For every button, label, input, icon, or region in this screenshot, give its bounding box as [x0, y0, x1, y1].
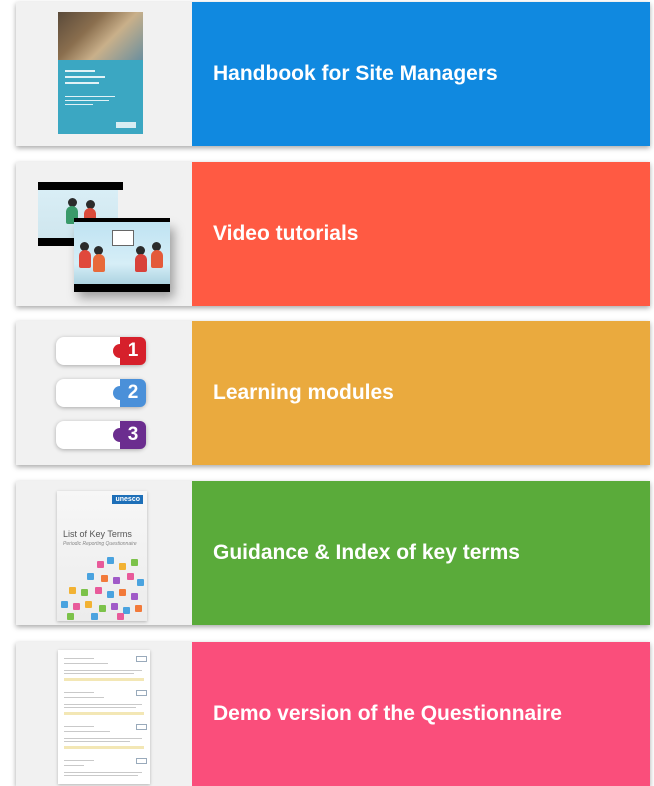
demo-questionnaire-label: Demo version of the Questionnaire — [213, 702, 562, 725]
card-video-tutorials[interactable]: Video tutorials — [16, 162, 650, 306]
questionnaire-thumbnail — [16, 642, 192, 786]
handbook-label: Handbook for Site Managers — [213, 62, 498, 85]
unesco-badge: unesco — [112, 495, 143, 504]
modules-thumbnail: 1 2 3 — [16, 321, 192, 465]
card-handbook-label: Handbook for Site Managers — [192, 2, 650, 146]
questionnaire-document-icon — [58, 650, 150, 784]
guidance-label: Guidance & Index of key terms — [213, 541, 520, 564]
card-handbook[interactable]: Handbook for Site Managers — [16, 2, 650, 146]
key-terms-document-icon: unesco List of Key Terms Periodic Report… — [57, 491, 147, 621]
handbook-cover-icon — [58, 12, 143, 134]
card-learning-modules[interactable]: 1 2 3 Learning modules — [16, 321, 650, 465]
video-tutorials-label: Video tutorials — [213, 222, 359, 245]
card-demo-questionnaire[interactable]: Demo version of the Questionnaire — [16, 642, 650, 786]
key-terms-thumbnail: unesco List of Key Terms Periodic Report… — [16, 481, 192, 625]
learning-modules-label: Learning modules — [213, 381, 394, 404]
handbook-thumbnail — [16, 2, 192, 146]
card-guidance-label: Guidance & Index of key terms — [192, 481, 650, 625]
doc-title: List of Key Terms — [63, 529, 132, 539]
card-modules-label: Learning modules — [192, 321, 650, 465]
doc-subtitle: Periodic Reporting Questionnaire — [63, 541, 137, 547]
module-1-badge: 1 — [113, 337, 146, 365]
card-demo-label: Demo version of the Questionnaire — [192, 642, 650, 786]
module-3-badge: 3 — [113, 421, 146, 449]
card-guidance-key-terms[interactable]: unesco List of Key Terms Periodic Report… — [16, 481, 650, 625]
video-thumbnail — [16, 162, 192, 306]
card-video-label: Video tutorials — [192, 162, 650, 306]
module-2-badge: 2 — [113, 379, 146, 407]
